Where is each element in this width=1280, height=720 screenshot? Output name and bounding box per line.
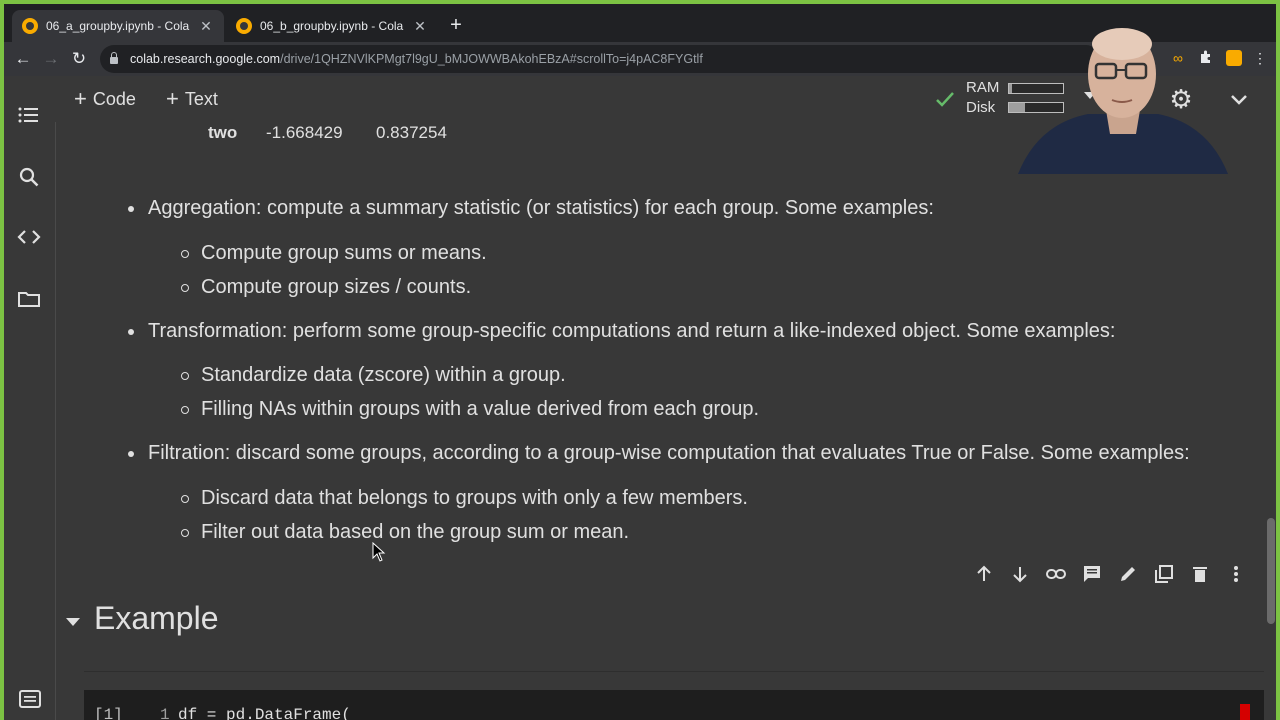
add-text-button[interactable]: + Text [166, 86, 218, 112]
browser-tab-1[interactable]: 06_a_groupby.ipynb - Colabor ✕ [12, 10, 224, 42]
edit-button[interactable] [1110, 558, 1146, 590]
mouse-cursor-icon [372, 542, 386, 562]
move-up-button[interactable] [966, 558, 1002, 590]
code-snippets-icon[interactable] [16, 224, 42, 250]
sub-list-item: Compute group sizes / counts. [181, 274, 471, 300]
more-vert-icon[interactable]: ⋮ [1252, 50, 1268, 66]
search-icon[interactable] [16, 164, 42, 190]
ram-label: RAM [966, 79, 1000, 96]
lock-icon [110, 52, 118, 64]
list-item: Transformation: perform some group-speci… [128, 318, 1116, 344]
forward-icon[interactable]: → [40, 48, 62, 70]
plus-icon: + [166, 86, 179, 111]
terminal-icon[interactable] [18, 688, 42, 710]
table-of-contents-icon[interactable] [16, 102, 42, 128]
section-collapse-icon[interactable] [66, 618, 80, 626]
colab-favicon-icon [236, 18, 252, 34]
more-actions-button[interactable] [1218, 558, 1254, 590]
cell-toolbar [966, 558, 1254, 590]
sub-list-item: Filling NAs within groups with a value d… [181, 396, 759, 422]
sub-list-item: Compute group sums or means. [181, 240, 487, 266]
notebook-content: two -1.668429 0.837254 Aggregation: comp… [56, 122, 1266, 720]
plus-icon: + [74, 86, 87, 111]
notebook-scrollbar[interactable] [1266, 122, 1276, 720]
address-bar[interactable]: colab.research.google.com/drive/1QHZNVlK… [100, 45, 1100, 73]
tab-title: 06_b_groupby.ipynb - Colabor [260, 19, 404, 33]
mirror-cell-icon [1155, 565, 1173, 583]
pencil-icon [1121, 567, 1135, 581]
folder-icon[interactable] [16, 286, 42, 312]
code-line[interactable]: df = pd.DataFrame( [178, 706, 351, 720]
close-tab-icon[interactable]: ✕ [198, 18, 214, 35]
line-number: 1 [160, 706, 170, 720]
example-heading: Example [94, 600, 219, 636]
code-cell[interactable]: [1] 1 df = pd.DataFrame( [84, 690, 1264, 720]
sub-list-item: Discard data that belongs to groups with… [181, 485, 748, 511]
error-marker [1240, 704, 1250, 720]
close-tab-icon[interactable]: ✕ [412, 18, 428, 35]
back-icon[interactable]: ← [12, 48, 34, 70]
scrollbar-thumb[interactable] [1267, 518, 1275, 624]
resource-labels[interactable]: RAM Disk [966, 78, 999, 118]
reload-icon[interactable]: ↻ [68, 48, 90, 70]
move-down-button[interactable] [1002, 558, 1038, 590]
tab-title: 06_a_groupby.ipynb - Colabor [46, 19, 190, 33]
new-tab-button[interactable]: + [444, 14, 468, 38]
chevron-down-icon[interactable] [1228, 88, 1250, 110]
url-text: colab.research.google.com/drive/1QHZNVlK… [130, 52, 703, 66]
arrow-up-icon [977, 565, 991, 581]
left-sidebar [4, 107, 56, 720]
browser-tab-2[interactable]: 06_b_groupby.ipynb - Colabor ✕ [226, 10, 438, 42]
webcam-presenter-image [1018, 28, 1228, 174]
mirror-cell-button[interactable] [1146, 558, 1182, 590]
comment-icon [1084, 566, 1100, 582]
arrow-down-icon [1013, 567, 1027, 583]
comment-button[interactable] [1074, 558, 1110, 590]
screen-frame: 06_a_groupby.ipynb - Colabor ✕ 06_b_grou… [0, 0, 1280, 720]
link-button[interactable] [1038, 558, 1074, 590]
list-item: Filtration: discard some groups, accordi… [128, 440, 1190, 466]
disk-label: Disk [966, 99, 996, 116]
trash-icon [1193, 567, 1207, 582]
delete-button[interactable] [1182, 558, 1218, 590]
cell-execution-count[interactable]: [1] [94, 706, 123, 720]
profile-avatar-icon[interactable] [1226, 50, 1242, 66]
add-code-button[interactable]: + Code [74, 86, 136, 112]
sub-list-item: Filter out data based on the group sum o… [181, 519, 629, 545]
link-icon [1046, 569, 1066, 579]
colab-favicon-icon [22, 18, 38, 34]
connected-check-icon [936, 92, 954, 107]
example-text-cell[interactable] [84, 584, 1264, 672]
sub-list-item: Standardize data (zscore) within a group… [181, 362, 566, 388]
list-item: Aggregation: compute a summary statistic… [128, 195, 934, 221]
more-vert-icon [1234, 566, 1238, 582]
